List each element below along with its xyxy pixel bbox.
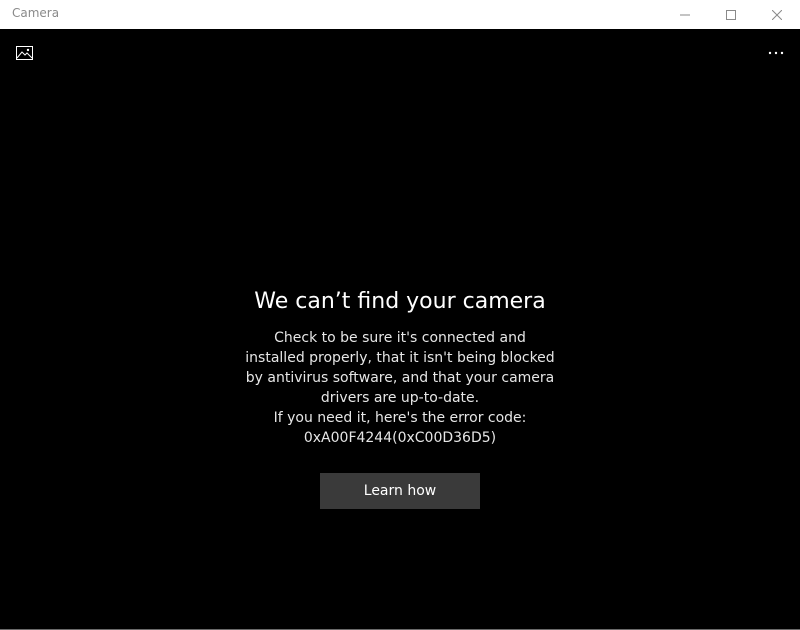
error-code-label: If you need it, here's the error code:: [273, 410, 527, 426]
minimize-icon: [680, 14, 690, 15]
close-icon: [772, 9, 782, 20]
error-description: Check to be sure it's connected and inst…: [0, 328, 800, 448]
error-line-2: installed properly, that it isn't being …: [245, 350, 555, 366]
more-options-icon: [768, 51, 784, 55]
maximize-button[interactable]: [708, 0, 754, 29]
app-title: Camera: [12, 6, 60, 20]
error-code: 0xA00F4244(0xC00D36D5): [303, 430, 497, 446]
maximize-icon: [726, 9, 736, 20]
photo-gallery-button[interactable]: [8, 40, 40, 66]
camera-viewport: We can’t find your camera Check to be su…: [0, 29, 800, 629]
camera-app-window: Camera We can’t find your camera Check t…: [0, 0, 800, 630]
error-heading: We can’t find your camera: [254, 289, 546, 314]
error-line-3: by antivirus software, and that your cam…: [245, 370, 555, 386]
learn-how-button[interactable]: Learn how: [320, 473, 480, 509]
error-line-1: Check to be sure it's connected and: [274, 330, 526, 346]
minimize-button[interactable]: [662, 0, 708, 29]
close-button[interactable]: [754, 0, 800, 29]
error-message: We can’t find your camera Check to be su…: [0, 285, 800, 448]
photo-gallery-icon: [15, 46, 33, 60]
more-options-button[interactable]: [760, 40, 792, 66]
title-bar[interactable]: Camera: [0, 0, 800, 29]
error-line-4: drivers are up-to-date.: [320, 390, 480, 406]
